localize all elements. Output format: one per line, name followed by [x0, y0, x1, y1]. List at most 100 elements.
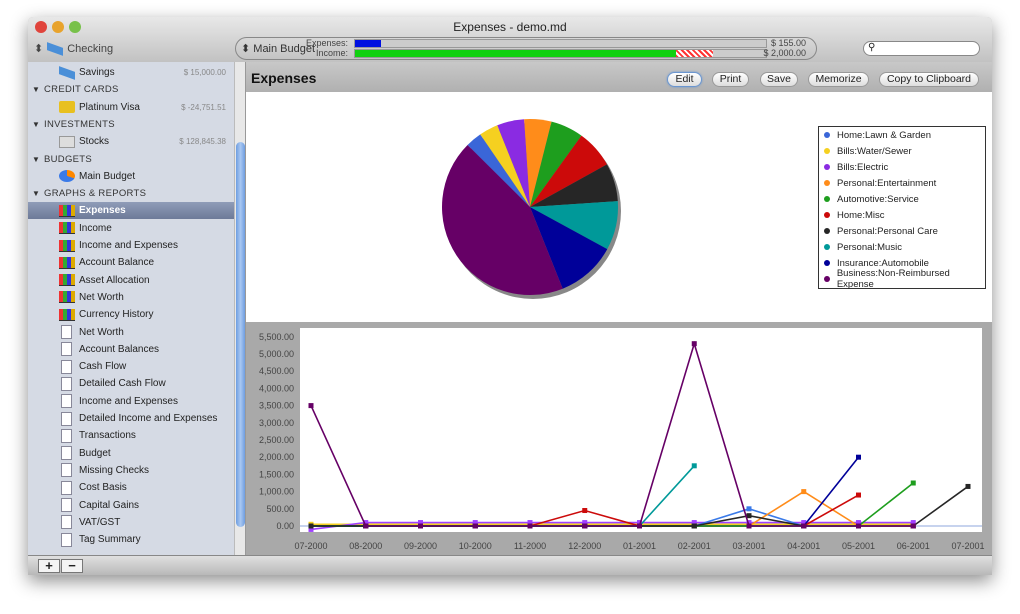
sidebar-scrollbar[interactable] — [234, 62, 245, 555]
sidebar-item[interactable]: Missing Checks — [28, 462, 234, 479]
x-tick-label: 07-2000 — [294, 541, 327, 551]
sidebar-item[interactable]: Cost Basis — [28, 479, 234, 496]
sidebar-item[interactable]: Income and Expenses — [28, 237, 234, 254]
report-icon — [61, 480, 72, 495]
sidebar-item[interactable]: Net Worth — [28, 289, 234, 306]
sidebar-item[interactable]: Net Worth — [28, 324, 234, 341]
data-point — [308, 523, 314, 529]
sidebar-item[interactable]: Savings $ 15,000.00 — [28, 64, 234, 81]
sidebar-item[interactable]: Detailed Income and Expenses — [28, 410, 234, 427]
sidebar-item[interactable]: Budget — [28, 445, 234, 462]
graph-icon — [59, 256, 75, 269]
graph-icon — [59, 222, 75, 235]
legend-swatch — [824, 244, 830, 250]
sidebar-item-label: Expenses — [79, 205, 126, 217]
sidebar-item-label: Savings — [79, 67, 115, 78]
sidebar-item-label: BUDGETS — [44, 153, 93, 165]
sidebar-item-label: Net Worth — [79, 291, 124, 303]
disclosure-triangle-icon[interactable]: ▼ — [32, 155, 40, 164]
report-icon — [61, 394, 72, 409]
data-point — [691, 463, 697, 469]
disclosure-triangle-icon[interactable]: ▼ — [32, 85, 40, 94]
data-point — [527, 523, 533, 529]
data-point — [746, 506, 752, 512]
save-button[interactable]: Save — [760, 72, 798, 87]
legend-label: Home:Misc — [837, 209, 885, 221]
sidebar-item[interactable]: Platinum Visa $ -24,751.51 — [28, 99, 234, 116]
search-field[interactable]: ⚲ — [863, 41, 980, 56]
account-name: Checking — [67, 42, 114, 55]
sidebar-item[interactable]: Asset Allocation — [28, 272, 234, 289]
sidebar-item[interactable]: Tag Summary — [28, 531, 234, 548]
sidebar-section-header[interactable]: ▼ CREDIT CARDS — [28, 81, 234, 98]
legend-label: Home:Lawn & Garden — [837, 129, 931, 141]
disclosure-triangle-icon[interactable]: ▼ — [32, 189, 40, 198]
legend-swatch — [824, 180, 830, 186]
sidebar-section-header[interactable]: ▼ BUDGETS — [28, 151, 234, 168]
sidebar-item[interactable]: Main Budget — [28, 168, 234, 185]
sidebar-item[interactable]: Expenses — [28, 202, 234, 220]
window-title: Expenses - demo.md — [453, 20, 567, 34]
memorize-button[interactable]: Memorize — [808, 72, 869, 87]
legend-swatch — [824, 132, 830, 138]
report-icon — [61, 446, 72, 461]
line-chart: 0.00 500.00 1,000.00 1,500.00 2,000.00 2,500.… — [259, 328, 985, 551]
account-selector[interactable]: ⬍ Checking — [34, 41, 114, 56]
report-icon — [61, 428, 72, 443]
disclosure-triangle-icon[interactable]: ▼ — [32, 120, 40, 129]
data-point — [856, 523, 861, 529]
copy-to-clipboard-button[interactable]: Copy to Clipboard — [879, 72, 979, 87]
legend-item: Home:Misc — [819, 207, 985, 223]
x-tick-label: 02-2001 — [678, 541, 711, 551]
account-balance: $ 128,845.38 — [179, 137, 226, 147]
sidebar-item-label: Budget — [79, 447, 111, 459]
scroll-thumb[interactable] — [236, 142, 245, 527]
income-bar — [354, 49, 767, 58]
sidebar-item[interactable]: Income and Expenses — [28, 393, 234, 410]
sidebar-section-header[interactable]: ▼ INVESTMENTS — [28, 116, 234, 133]
pie-chart-panel: Home:Lawn & Garden Bills:Water/Sewer Bills… — [246, 92, 992, 322]
data-point — [801, 489, 807, 495]
print-button[interactable]: Print — [712, 72, 749, 87]
legend-label: Bills:Water/Sewer — [837, 145, 912, 157]
y-tick-label: 5,500.00 — [259, 332, 294, 342]
sidebar-item[interactable]: Stocks $ 128,845.38 — [28, 133, 234, 150]
sidebar-item-label: Income and Expenses — [79, 395, 178, 407]
sidebar-item[interactable]: Currency History — [28, 306, 234, 323]
add-button[interactable]: + — [38, 559, 60, 573]
budget-selector[interactable]: ⬍ Main Budget — [241, 42, 315, 55]
updown-icon: ⬍ — [34, 43, 44, 55]
sidebar-item-label: Platinum Visa — [79, 101, 140, 113]
x-tick-label: 04-2001 — [787, 541, 820, 551]
report-icon — [61, 376, 72, 391]
legend-label: Personal:Personal Care — [837, 225, 938, 237]
data-point — [418, 523, 423, 529]
search-input[interactable] — [880, 43, 975, 54]
sidebar-section-header[interactable]: ▼ GRAPHS & REPORTS — [28, 185, 234, 202]
data-point — [965, 483, 971, 489]
sidebar-item[interactable]: VAT/GST — [28, 514, 234, 531]
sidebar-item[interactable]: Account Balance — [28, 254, 234, 271]
legend-label: Insurance:Automobile — [837, 257, 929, 269]
bottom-bar: + − — [28, 555, 992, 575]
y-tick-label: 4,000.00 — [259, 383, 294, 393]
sidebar-item-label: Detailed Income and Expenses — [79, 413, 218, 424]
sidebar-item[interactable]: Transactions — [28, 427, 234, 444]
graph-icon — [59, 204, 75, 217]
plot-area — [300, 328, 982, 532]
legend-label: Business:Non-Reimbursed Expense — [836, 268, 950, 290]
expenses-label: Expenses: — [305, 38, 348, 48]
sidebar-item[interactable]: Account Balances — [28, 341, 234, 358]
sidebar-item[interactable]: Cash Flow — [28, 358, 234, 375]
edit-button[interactable]: Edit — [667, 72, 702, 87]
data-point — [363, 523, 369, 529]
sidebar-item[interactable]: Income — [28, 220, 234, 237]
report-icon — [61, 515, 72, 530]
sidebar-item[interactable]: Detailed Cash Flow — [28, 375, 234, 392]
remove-button[interactable]: − — [61, 559, 83, 573]
data-point — [637, 523, 642, 529]
graph-icon — [59, 291, 75, 304]
sidebar-item[interactable]: Capital Gains — [28, 497, 234, 514]
bank-card-icon — [59, 65, 75, 80]
legend-label: Personal:Entertainment — [837, 177, 937, 189]
